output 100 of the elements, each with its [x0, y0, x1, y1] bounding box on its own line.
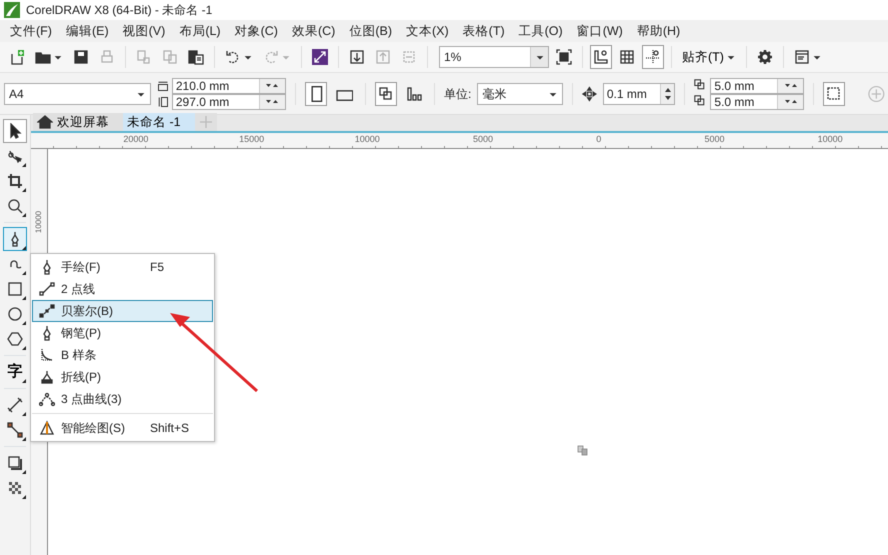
spin-arrows-icon [265, 98, 280, 105]
connector-icon [7, 422, 23, 438]
height-field[interactable]: 297.0 mm [172, 94, 286, 110]
menu-item[interactable]: 工具(O) [512, 22, 571, 40]
nudge-icon [582, 86, 597, 102]
ruler-label: 10000 [354, 133, 381, 146]
shortcut-label: F5 [150, 259, 166, 276]
menu-item[interactable]: 钢笔(P) [32, 322, 213, 344]
menu-item[interactable]: 贝塞尔(B) [32, 300, 213, 322]
smart-drawing-icon [39, 420, 55, 436]
menu-item[interactable]: 位图(B) [343, 22, 400, 40]
duplicate-offset-icon [694, 79, 708, 92]
menu-item[interactable]: 智能绘图(S) Shift+S [32, 417, 213, 439]
menu-item[interactable]: 文件(F) [4, 22, 60, 40]
menu-item[interactable]: 对象(C) [228, 22, 286, 40]
duplicate-x-field[interactable]: 5.0 mm [710, 78, 804, 94]
transparency-icon [7, 480, 23, 496]
home-icon [37, 114, 53, 130]
ruler-label: 5000 [703, 133, 726, 146]
launcher-icon [794, 49, 810, 65]
text-tool-button[interactable]: 字 [3, 360, 27, 384]
spin-arrows-icon [664, 86, 672, 100]
page-size-value: A4 [9, 86, 24, 102]
crop-icon [7, 173, 23, 189]
document-tab[interactable]: 欢迎屏幕 [33, 113, 123, 131]
document-tab[interactable]: 未命名 -1 [123, 113, 195, 131]
nudge-field[interactable]: 0.1 mm [602, 82, 676, 104]
width-field[interactable]: 210.0 mm [172, 78, 286, 94]
grid-icon [619, 49, 635, 65]
menu-item[interactable]: 窗口(W) [570, 22, 631, 40]
snap-dropdown[interactable]: 贴齐(T) [679, 45, 739, 69]
gear-icon [756, 49, 773, 65]
page-size-dropdown[interactable]: A4 [4, 82, 151, 104]
copy-icon [162, 49, 178, 65]
import-icon [349, 49, 365, 65]
all-pages-button[interactable] [375, 82, 398, 106]
save-icon [73, 49, 89, 65]
rectangle-icon [7, 281, 23, 297]
full-screen-icon [556, 49, 572, 65]
dimension-icon [7, 397, 23, 413]
menu-item[interactable]: 2 点线 [32, 278, 213, 300]
line-icon [39, 281, 55, 297]
spin-arrows-icon [784, 98, 798, 105]
ruler-label: 10000 [816, 133, 844, 146]
shortcut-label: Shift+S [150, 420, 190, 437]
menu-item[interactable]: 效果(C) [286, 22, 344, 40]
menu-item[interactable]: 文本(X) [400, 22, 457, 40]
menu-item[interactable]: 视图(V) [116, 22, 174, 40]
units-label: 单位: [444, 86, 472, 102]
ruler-label: 0 [595, 133, 602, 146]
guidelines-button[interactable] [642, 45, 664, 69]
new-document-icon [9, 49, 25, 65]
ruler-label: 5000 [472, 133, 494, 146]
spline-icon [39, 347, 55, 363]
print-icon [99, 49, 115, 65]
document-copy-icon [136, 49, 152, 65]
page-icon [577, 445, 588, 456]
undo-icon [225, 49, 241, 65]
spin-arrows-icon [265, 82, 280, 89]
ruler-button[interactable] [590, 45, 612, 69]
portrait-button[interactable] [304, 82, 328, 106]
pen-nib-tool-button[interactable] [3, 227, 27, 251]
menu-item[interactable]: 3 点曲线(3) [32, 388, 213, 410]
duplicate-offset-icon [694, 95, 708, 108]
menu-item[interactable]: B 样条 [32, 344, 213, 366]
pointer-tool-button[interactable] [3, 119, 27, 143]
height-icon [156, 96, 169, 108]
plus-icon [868, 84, 885, 102]
shape-tool-icon [7, 148, 23, 164]
guidelines-icon [645, 49, 661, 65]
drop-shadow-icon [7, 455, 23, 471]
polyline-icon [39, 369, 55, 385]
menu-item[interactable]: 布局(L) [173, 22, 229, 40]
duplicate-y-field[interactable]: 5.0 mm [710, 94, 804, 110]
ruler-label: 15000 [238, 133, 266, 146]
menu-item[interactable]: 折线(P) [32, 366, 213, 388]
ellipse-icon [7, 306, 23, 322]
menu-item[interactable]: 帮助(H) [630, 22, 688, 40]
zoom-level-value: 1% [444, 49, 462, 66]
window-title: CorelDRAW X8 (64-Bit) - 未命名 -1 [26, 2, 212, 19]
redo-icon [263, 49, 279, 65]
menu-item[interactable]: 手绘(F) F5 [32, 256, 213, 278]
ruler-label: 20000 [122, 133, 150, 146]
ruler-label: 10000 [33, 210, 44, 234]
bounding-box-button[interactable] [823, 82, 846, 106]
page-layout-icon [406, 86, 422, 102]
paste-icon [188, 49, 204, 65]
units-dropdown[interactable]: 毫米 [477, 82, 564, 104]
export-icon [375, 49, 391, 65]
bezier-icon [39, 303, 55, 319]
zoom-level-field[interactable]: 1% [439, 46, 549, 68]
width-icon [156, 80, 169, 92]
spin-arrows-icon [784, 82, 798, 89]
ruler-icon [593, 49, 609, 65]
pages-icon [378, 86, 394, 102]
menu-item[interactable]: 编辑(E) [60, 22, 117, 40]
hexagon-icon [7, 331, 23, 347]
plus-icon [198, 115, 213, 129]
curve-points-icon [39, 391, 55, 407]
menu-item[interactable]: 表格(T) [456, 22, 513, 40]
